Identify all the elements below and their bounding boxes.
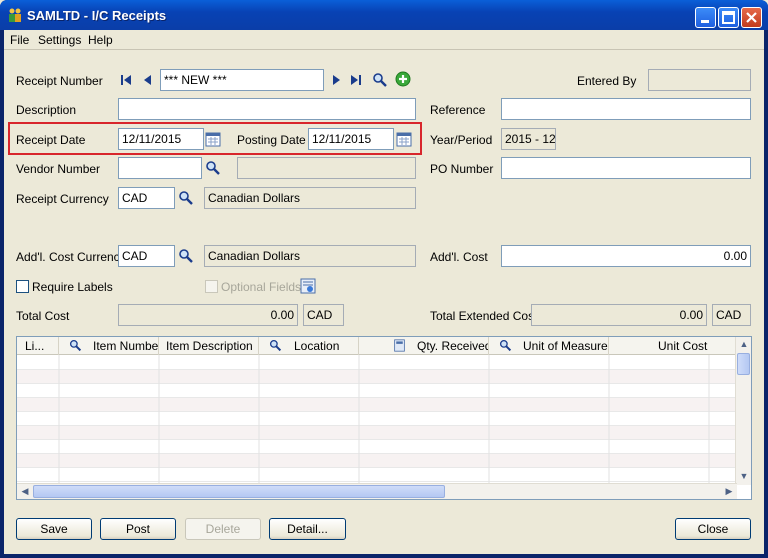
vendor-number-label: Vendor Number	[16, 162, 101, 176]
minimize-icon	[701, 20, 709, 23]
scroll-up-icon[interactable]: ▲	[736, 337, 751, 353]
vendor-number-input[interactable]	[118, 157, 202, 179]
entered-by-label: Entered By	[577, 74, 637, 88]
client-area: File Settings Help Receipt Number *** NE…	[4, 30, 764, 554]
vendor-finder-icon[interactable]	[205, 160, 221, 176]
delete-button[interactable]: Delete	[185, 518, 261, 540]
detail-grid[interactable]: Li... Item Number Item Description Locat…	[16, 336, 752, 500]
menu-settings[interactable]: Settings	[38, 33, 81, 47]
last-record-icon[interactable]	[348, 72, 364, 88]
receipt-currency-input[interactable]: CAD	[118, 187, 175, 209]
total-extended-cost-currency: CAD	[712, 304, 751, 326]
previous-record-icon[interactable]	[140, 72, 156, 88]
reference-input[interactable]	[501, 98, 751, 120]
receipt-date-calendar-icon[interactable]	[205, 131, 221, 147]
menu-bar: File Settings Help	[4, 30, 764, 50]
posting-date-label: Posting Date	[237, 133, 306, 147]
menu-help[interactable]: Help	[88, 33, 113, 47]
total-extended-cost-label: Total Extended Cost	[430, 309, 538, 323]
description-input[interactable]	[118, 98, 416, 120]
title-bar: SAMLTD - I/C Receipts	[0, 0, 768, 30]
receipt-date-input[interactable]: 12/11/2015	[118, 128, 204, 150]
close-window-button[interactable]	[741, 7, 762, 28]
detail-button[interactable]: Detail...	[269, 518, 346, 540]
addl-cost-input[interactable]: 0.00	[501, 245, 751, 267]
total-cost-label: Total Cost	[16, 309, 70, 323]
receipt-currency-finder-icon[interactable]	[178, 190, 194, 206]
next-record-icon[interactable]	[328, 72, 344, 88]
maximize-icon	[722, 11, 735, 24]
vertical-scroll-thumb[interactable]	[737, 353, 750, 375]
total-cost-field: 0.00	[118, 304, 298, 326]
finder-icon[interactable]	[372, 72, 388, 88]
post-button[interactable]: Post	[100, 518, 176, 540]
app-icon	[9, 8, 21, 22]
horizontal-scroll-thumb[interactable]	[33, 485, 445, 498]
receipt-currency-label: Receipt Currency	[16, 192, 109, 206]
scroll-right-icon[interactable]: ▶	[721, 484, 737, 499]
year-period-field: 2015 - 12	[501, 128, 556, 150]
scroll-left-icon[interactable]: ◀	[17, 484, 33, 499]
total-cost-currency: CAD	[303, 304, 344, 326]
po-number-label: PO Number	[430, 162, 494, 176]
grid-column-lines	[58, 355, 710, 485]
po-number-input[interactable]	[501, 157, 751, 179]
addl-cost-currency-finder-icon[interactable]	[178, 248, 194, 264]
entered-by-field	[648, 69, 751, 91]
window: SAMLTD - I/C Receipts File Settings Help…	[0, 0, 768, 558]
optional-fields-label: Optional Fields	[221, 280, 302, 294]
receipt-number-label: Receipt Number	[16, 74, 103, 88]
optional-fields-checkbox[interactable]	[205, 280, 218, 293]
reference-label: Reference	[430, 103, 486, 117]
posting-date-input[interactable]: 12/11/2015	[308, 128, 394, 150]
first-record-icon[interactable]	[118, 72, 134, 88]
require-labels-label: Require Labels	[32, 280, 113, 294]
scroll-down-icon[interactable]: ▼	[736, 469, 751, 485]
close-icon	[746, 12, 757, 23]
addl-cost-currency-description: Canadian Dollars	[204, 245, 416, 267]
total-extended-cost-field: 0.00	[531, 304, 707, 326]
posting-date-calendar-icon[interactable]	[396, 131, 412, 147]
addl-cost-currency-input[interactable]: CAD	[118, 245, 175, 267]
menu-file[interactable]: File	[10, 33, 29, 47]
description-label: Description	[16, 103, 77, 117]
minimize-button[interactable]	[695, 7, 716, 28]
close-button[interactable]: Close	[675, 518, 751, 540]
require-labels-checkbox[interactable]	[16, 280, 29, 293]
addl-cost-label: Add'l. Cost	[430, 250, 488, 264]
add-new-icon[interactable]	[395, 71, 411, 87]
receipt-number-field[interactable]: *** NEW ***	[160, 69, 324, 91]
addl-cost-currency-label: Add'l. Cost Currency	[16, 250, 126, 264]
optional-fields-settings-icon[interactable]	[300, 278, 316, 294]
save-button[interactable]: Save	[16, 518, 92, 540]
receipt-date-label: Receipt Date	[16, 133, 86, 147]
horizontal-scrollbar[interactable]: ◀ ▶	[17, 483, 737, 499]
vertical-scrollbar[interactable]: ▲ ▼	[735, 337, 751, 485]
receipt-currency-description: Canadian Dollars	[204, 187, 416, 209]
maximize-button[interactable]	[718, 7, 739, 28]
year-period-label: Year/Period	[430, 133, 493, 147]
vendor-name-field	[237, 157, 416, 179]
window-title: SAMLTD - I/C Receipts	[27, 8, 167, 23]
